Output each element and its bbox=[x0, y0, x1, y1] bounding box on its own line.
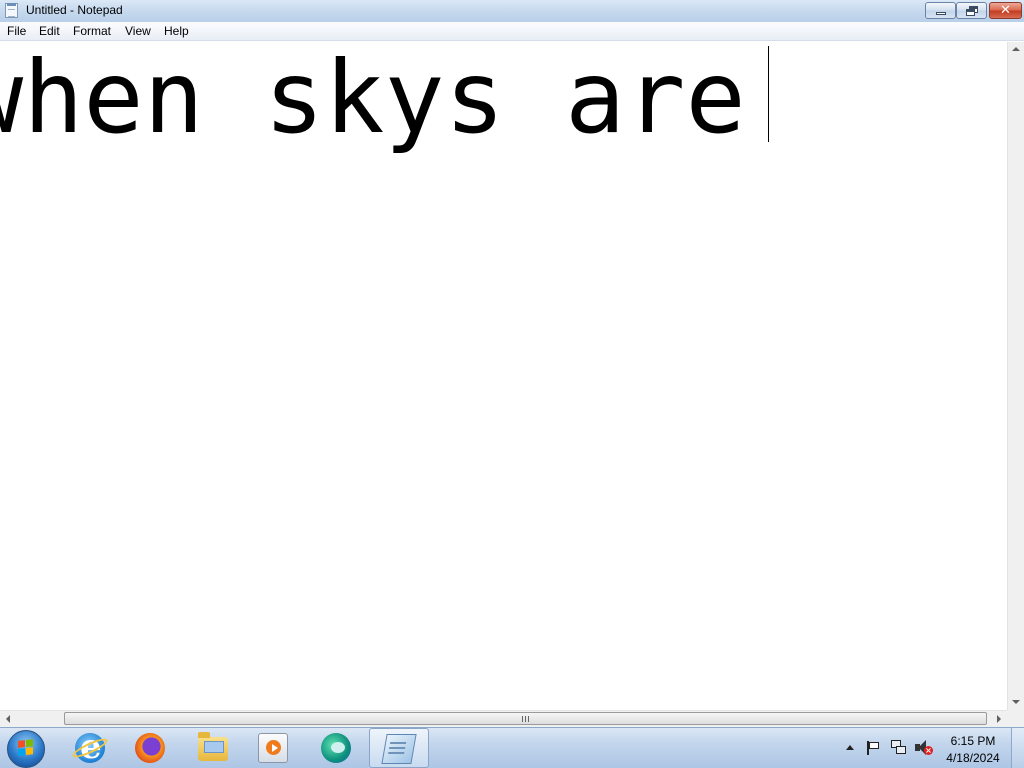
folder-icon bbox=[198, 732, 228, 761]
menu-bar: File Edit Format View Help bbox=[0, 22, 1024, 41]
taskbar-file-explorer[interactable] bbox=[184, 728, 242, 768]
notepad-icon[interactable] bbox=[5, 3, 18, 18]
grip-icon bbox=[522, 716, 529, 722]
menu-file[interactable]: File bbox=[7, 24, 26, 38]
flag-cloth bbox=[869, 742, 879, 749]
network-monitor-front bbox=[896, 746, 906, 754]
size-grip bbox=[1007, 710, 1024, 727]
menu-edit[interactable]: Edit bbox=[39, 24, 60, 38]
taskbar-internet-explorer[interactable] bbox=[61, 727, 119, 768]
horizontal-scrollbar[interactable] bbox=[0, 710, 1007, 727]
show-desktop-button[interactable] bbox=[1011, 728, 1024, 768]
menu-view[interactable]: View bbox=[125, 24, 151, 38]
scroll-down-arrow-icon[interactable] bbox=[1012, 700, 1020, 704]
notepad-icon bbox=[381, 734, 417, 764]
minimize-icon bbox=[936, 12, 946, 15]
start-button[interactable] bbox=[7, 730, 45, 768]
taskbar: × 6:15 PM 4/18/2024 bbox=[0, 727, 1024, 768]
scroll-up-arrow-icon[interactable] bbox=[1012, 47, 1020, 51]
clock-time[interactable]: 6:15 PM bbox=[940, 734, 1006, 748]
muted-badge: × bbox=[924, 746, 933, 755]
taskbar-notepad[interactable] bbox=[369, 728, 429, 768]
restore-button[interactable] bbox=[956, 2, 987, 19]
scroll-left-arrow-icon[interactable] bbox=[6, 715, 10, 723]
window-title: Untitled - Notepad bbox=[26, 3, 123, 17]
vertical-scrollbar[interactable] bbox=[1007, 42, 1024, 710]
close-icon: ✕ bbox=[1000, 3, 1011, 18]
clock-date[interactable]: 4/18/2024 bbox=[940, 751, 1006, 765]
windows-start-icon bbox=[18, 739, 34, 757]
title-bar[interactable]: Untitled - Notepad ✕ bbox=[0, 0, 1024, 22]
volume-muted-icon[interactable]: × bbox=[915, 740, 933, 756]
menu-format[interactable]: Format bbox=[73, 24, 111, 38]
media-player-icon bbox=[258, 733, 288, 763]
edge-icon bbox=[321, 733, 351, 763]
internet-explorer-icon bbox=[75, 727, 105, 767]
text-caret bbox=[768, 46, 769, 142]
text-editor[interactable]: when skys are bbox=[0, 42, 1007, 710]
close-button[interactable]: ✕ bbox=[989, 2, 1022, 19]
taskbar-firefox[interactable] bbox=[121, 728, 179, 768]
scroll-right-arrow-icon[interactable] bbox=[997, 715, 1001, 723]
horizontal-scroll-thumb[interactable] bbox=[64, 712, 987, 725]
menu-help[interactable]: Help bbox=[164, 24, 189, 38]
editor-text[interactable]: when skys are bbox=[0, 42, 806, 160]
network-icon[interactable] bbox=[891, 740, 907, 756]
firefox-icon bbox=[135, 733, 165, 763]
taskbar-media-player[interactable] bbox=[244, 728, 302, 768]
taskbar-edge[interactable] bbox=[307, 728, 365, 768]
restore-icon-back bbox=[966, 9, 975, 16]
minimize-button[interactable] bbox=[925, 2, 956, 19]
action-center-flag-icon[interactable] bbox=[866, 741, 880, 755]
show-hidden-icons-arrow[interactable] bbox=[846, 745, 854, 750]
